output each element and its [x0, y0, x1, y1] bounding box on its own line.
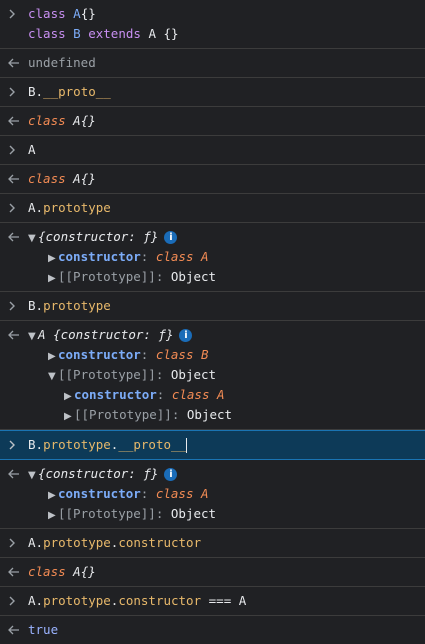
- code-line: B.prototype: [28, 298, 111, 313]
- expand-triangle-icon[interactable]: ▼: [28, 466, 38, 486]
- console-output-entry: ▼ A {constructor: ƒ} i ▶ constructor: class…: [0, 321, 425, 430]
- output-value: class A{}: [28, 171, 96, 186]
- expand-triangle-icon[interactable]: ▼: [28, 229, 38, 249]
- output-value: class A{}: [28, 564, 96, 579]
- collapse-triangle-icon[interactable]: ▶: [48, 249, 58, 269]
- output-value: class A{}: [28, 113, 96, 128]
- output-arrow-icon: [8, 227, 22, 247]
- collapse-triangle-icon[interactable]: ▶: [48, 347, 58, 367]
- collapse-triangle-icon[interactable]: ▶: [48, 506, 58, 526]
- console-output-entry: class A{}: [0, 558, 425, 587]
- code-line: class A{}: [28, 6, 96, 21]
- collapse-triangle-icon[interactable]: ▶: [64, 387, 74, 407]
- output-arrow-icon: [8, 620, 22, 640]
- input-chevron-icon: [8, 296, 22, 316]
- console-input-entry[interactable]: A: [0, 136, 425, 165]
- output-arrow-icon: [8, 464, 22, 484]
- info-icon[interactable]: i: [164, 231, 178, 244]
- object-summary[interactable]: ▼ {constructor: ƒ} i: [28, 464, 419, 484]
- console-input-entry[interactable]: A.prototype: [0, 194, 425, 223]
- console-input-entry[interactable]: class A{} class B extends A {}: [0, 0, 425, 49]
- console-output-entry: class A{}: [0, 107, 425, 136]
- output-arrow-icon: [8, 111, 22, 131]
- input-chevron-icon: [8, 435, 22, 455]
- collapse-triangle-icon[interactable]: ▶: [48, 486, 58, 506]
- input-chevron-icon: [8, 591, 22, 611]
- console-output-entry: undefined: [0, 49, 425, 78]
- input-chevron-icon: [8, 140, 22, 160]
- info-icon[interactable]: i: [179, 329, 193, 342]
- input-chevron-icon: [8, 533, 22, 553]
- info-icon[interactable]: i: [164, 468, 178, 481]
- output-arrow-icon: [8, 169, 22, 189]
- console-input-entry[interactable]: A.prototype.constructor === A: [0, 587, 425, 616]
- collapse-triangle-icon[interactable]: ▶: [64, 407, 74, 427]
- output-value: true: [28, 622, 59, 637]
- code-line: class B extends A {}: [28, 26, 179, 41]
- object-property[interactable]: ▶ constructor: class B: [28, 345, 419, 365]
- output-arrow-icon: [8, 53, 22, 73]
- console-output-entry: ▼ {constructor: ƒ} i ▶ constructor: class A…: [0, 223, 425, 292]
- output-arrow-icon: [8, 325, 22, 345]
- object-property[interactable]: ▶ constructor: class A: [28, 247, 419, 267]
- code-line: B.__proto__: [28, 84, 111, 99]
- object-property[interactable]: ▶ [[Prototype]]: Object: [28, 504, 419, 524]
- console-panel: class A{} class B extends A {} undefined…: [0, 0, 425, 644]
- object-property[interactable]: ▶ constructor: class A: [28, 385, 419, 405]
- console-output-entry: true: [0, 616, 425, 644]
- console-input-entry[interactable]: B.prototype: [0, 292, 425, 321]
- object-property[interactable]: ▼ [[Prototype]]: Object: [28, 365, 419, 385]
- input-chevron-icon: [8, 82, 22, 102]
- output-value: undefined: [28, 55, 96, 70]
- console-input-entry[interactable]: A.prototype.constructor: [0, 529, 425, 558]
- object-summary[interactable]: ▼ {constructor: ƒ} i: [28, 227, 419, 247]
- object-property[interactable]: ▶ [[Prototype]]: Object: [28, 405, 419, 425]
- text-cursor: [186, 438, 188, 453]
- console-output-entry: ▼ {constructor: ƒ} i ▶ constructor: class A…: [0, 460, 425, 529]
- output-arrow-icon: [8, 562, 22, 582]
- code-line: B.prototype.__proto__: [28, 437, 188, 453]
- console-input-entry-active[interactable]: B.prototype.__proto__: [0, 430, 425, 460]
- code-line: A.prototype.constructor === A: [28, 593, 247, 608]
- expand-triangle-icon[interactable]: ▼: [28, 327, 38, 347]
- code-line: A: [28, 142, 36, 157]
- console-input-entry[interactable]: B.__proto__: [0, 78, 425, 107]
- console-output-entry: class A{}: [0, 165, 425, 194]
- collapse-triangle-icon[interactable]: ▶: [48, 269, 58, 289]
- code-line: A.prototype: [28, 200, 111, 215]
- object-property[interactable]: ▶ [[Prototype]]: Object: [28, 267, 419, 287]
- input-chevron-icon: [8, 4, 22, 24]
- expand-triangle-icon[interactable]: ▼: [48, 367, 58, 387]
- object-summary[interactable]: ▼ A {constructor: ƒ} i: [28, 325, 419, 345]
- object-property[interactable]: ▶ constructor: class A: [28, 484, 419, 504]
- input-chevron-icon: [8, 198, 22, 218]
- code-line: A.prototype.constructor: [28, 535, 202, 550]
